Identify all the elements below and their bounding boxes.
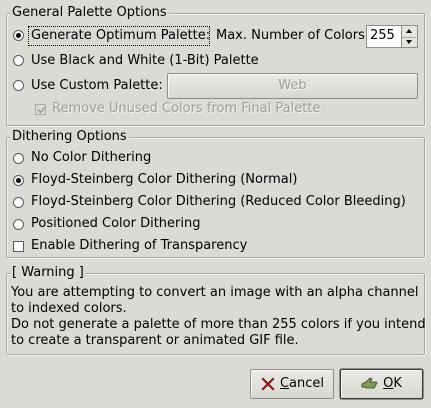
warning-line-4: to create a transparent or animated GIF … <box>11 333 299 348</box>
ok-button[interactable]: OK <box>340 369 423 399</box>
custom-palette-label[interactable]: Use Custom Palette: <box>31 76 163 96</box>
dither-none-radio[interactable] <box>13 153 24 164</box>
dither-transparency-label[interactable]: Enable Dithering of Transparency <box>31 236 247 256</box>
warning-line-2: to indexed colors. <box>11 301 127 316</box>
dither-positioned-radio[interactable] <box>13 219 24 230</box>
spin-buttons <box>401 26 417 47</box>
spin-down-icon[interactable] <box>402 37 416 48</box>
cancel-button[interactable]: Cancel <box>250 369 334 399</box>
cancel-button-label: Cancel <box>279 376 325 391</box>
dither-none-label[interactable]: No Color Dithering <box>31 148 151 168</box>
custom-palette-radio[interactable] <box>13 80 24 91</box>
max-colors-value[interactable]: 255 <box>370 26 395 46</box>
remove-unused-label: Remove Unused Colors from Final Palette <box>52 101 321 116</box>
dither-transparency-checkbox[interactable] <box>13 241 24 252</box>
warning-line-1: You are attempting to convert an image w… <box>11 285 419 300</box>
optimum-palette-radio[interactable] <box>13 30 24 41</box>
custom-palette-button-label: Web <box>278 78 307 93</box>
remove-unused-checkbox[interactable] <box>35 104 46 115</box>
dithering-title: Dithering Options <box>10 129 129 144</box>
warning-line-3: Do not generate a palette of more than 2… <box>11 317 426 332</box>
bw-palette-label[interactable]: Use Black and White (1-Bit) Palette <box>31 51 259 71</box>
dither-fs-reduced-label[interactable]: Floyd-Steinberg Color Dithering (Reduced… <box>31 192 406 212</box>
max-colors-label: Max. Number of Colors: <box>216 28 370 43</box>
dither-fs-normal-radio[interactable] <box>13 175 24 186</box>
bw-palette-radio[interactable] <box>13 55 24 66</box>
dither-fs-normal-label[interactable]: Floyd-Steinberg Color Dithering (Normal) <box>31 170 297 190</box>
x-mark-icon <box>261 377 275 391</box>
general-palette-title: General Palette Options <box>10 5 169 20</box>
ok-button-label: OK <box>383 376 402 391</box>
dither-positioned-label[interactable]: Positioned Color Dithering <box>31 214 200 234</box>
dither-fs-reduced-radio[interactable] <box>13 197 24 208</box>
hand-ok-icon <box>361 377 378 389</box>
warning-title: [ Warning ] <box>10 265 86 280</box>
custom-palette-button[interactable]: Web <box>167 73 418 99</box>
max-colors-spinbutton[interactable]: 255 <box>366 25 418 48</box>
optimum-palette-label[interactable]: Generate Optimum Palette: <box>31 26 210 46</box>
